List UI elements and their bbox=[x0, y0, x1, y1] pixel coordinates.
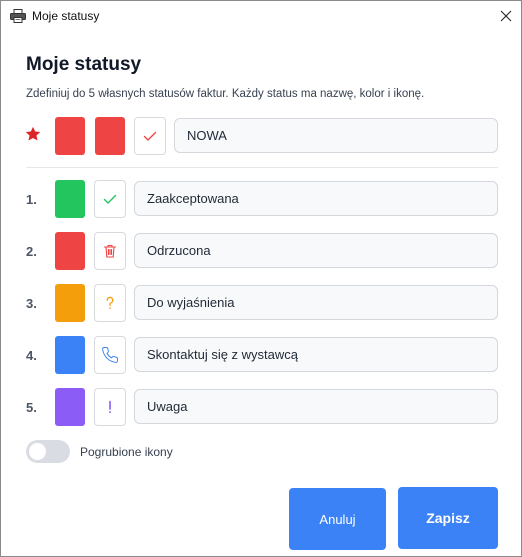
status-row-2: 2. Odrzucona bbox=[1, 232, 521, 272]
trash-icon bbox=[103, 244, 117, 258]
status-number: 5. bbox=[26, 400, 37, 415]
status-icon-picker-5[interactable] bbox=[94, 388, 126, 426]
default-icon-picker[interactable] bbox=[134, 117, 166, 155]
close-button[interactable] bbox=[491, 1, 521, 31]
phone-icon bbox=[102, 347, 118, 363]
default-status-row: NOWA bbox=[1, 117, 521, 157]
dialog-window: Moje statusy Moje statusy Zdefiniuj do 5… bbox=[0, 0, 522, 557]
status-name-field-4[interactable]: Skontaktuj się z wystawcą bbox=[134, 337, 498, 372]
cancel-button[interactable]: Anuluj bbox=[289, 488, 386, 550]
bold-icons-label: Pogrubione ikony bbox=[80, 445, 173, 459]
status-icon-picker-2[interactable] bbox=[94, 232, 126, 270]
status-name-field-2[interactable]: Odrzucona bbox=[134, 233, 498, 268]
status-row-5: 5. Uwaga bbox=[1, 388, 521, 428]
status-name-field-1[interactable]: Zaakceptowana bbox=[134, 181, 498, 216]
status-row-1: 1. Zaakceptowana bbox=[1, 180, 521, 220]
close-icon bbox=[500, 10, 512, 22]
status-number: 1. bbox=[26, 192, 37, 207]
save-button[interactable]: Zapisz bbox=[398, 487, 498, 549]
status-color-swatch-5[interactable] bbox=[55, 388, 85, 426]
status-row-3: 3. Do wyjaśnienia bbox=[1, 284, 521, 324]
divider bbox=[26, 167, 498, 168]
check-icon bbox=[143, 131, 157, 141]
status-color-swatch-2[interactable] bbox=[55, 232, 85, 270]
status-color-swatch-3[interactable] bbox=[55, 284, 85, 322]
star-icon bbox=[24, 125, 42, 143]
status-icon-picker-3[interactable] bbox=[94, 284, 126, 322]
title-bar: Moje statusy bbox=[1, 1, 521, 32]
toggle-knob bbox=[29, 443, 46, 460]
status-number: 3. bbox=[26, 296, 37, 311]
printer-icon bbox=[10, 9, 26, 23]
status-number: 4. bbox=[26, 348, 37, 363]
page-title: Moje statusy bbox=[26, 54, 142, 75]
status-number: 2. bbox=[26, 244, 37, 259]
status-icon-picker-4[interactable] bbox=[94, 336, 126, 374]
default-color-swatch-secondary[interactable] bbox=[95, 117, 125, 155]
check-icon bbox=[103, 194, 117, 204]
question-icon bbox=[106, 296, 114, 309]
page-subtitle: Zdefiniuj do 5 własnych statusów faktur.… bbox=[26, 88, 425, 100]
status-color-swatch-4[interactable] bbox=[55, 336, 85, 374]
status-row-4: 4. Skontaktuj się z wystawcą bbox=[1, 336, 521, 376]
default-color-swatch-primary[interactable] bbox=[55, 117, 85, 155]
status-icon-picker-1[interactable] bbox=[94, 180, 126, 218]
status-name-field-3[interactable]: Do wyjaśnienia bbox=[134, 285, 498, 320]
default-status-name-field[interactable]: NOWA bbox=[174, 118, 498, 153]
exclamation-icon bbox=[109, 400, 111, 414]
bold-icons-toggle[interactable] bbox=[26, 440, 70, 463]
status-name-field-5[interactable]: Uwaga bbox=[134, 389, 498, 424]
window-title: Moje statusy bbox=[32, 9, 100, 23]
status-color-swatch-1[interactable] bbox=[55, 180, 85, 218]
